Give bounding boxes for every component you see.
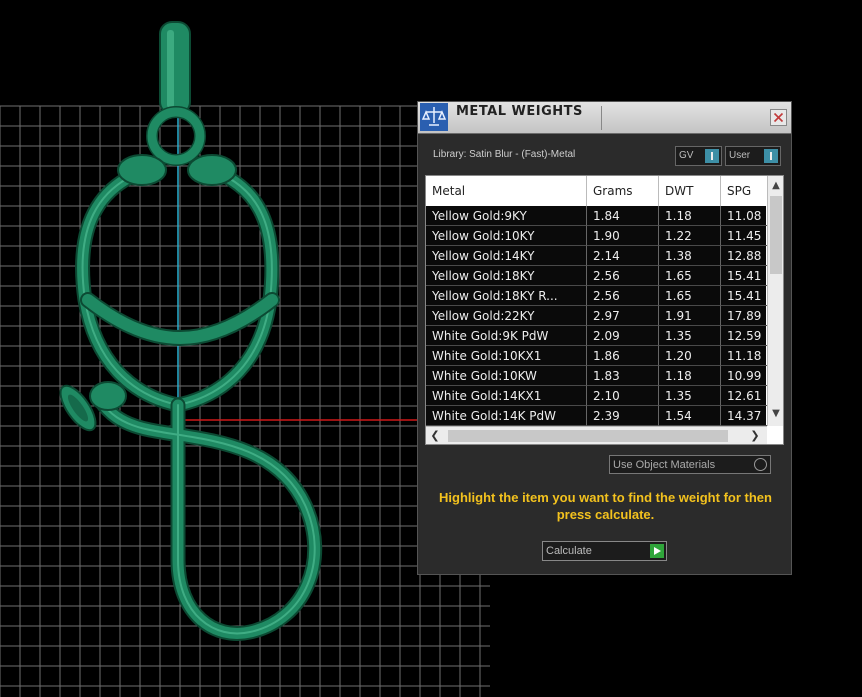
table-cell-dwt: 1.38	[659, 246, 721, 266]
table-cell-grams: 1.86	[587, 346, 659, 366]
table-cell-spg: 12.61	[721, 386, 771, 406]
column-header-metal[interactable]: Metal	[426, 176, 587, 206]
calculate-label: Calculate	[546, 545, 592, 557]
table-cell-dwt: 1.18	[659, 206, 721, 226]
table-row[interactable]: Yellow Gold:10KY 1.90 1.22 11.45	[426, 226, 771, 246]
table-row[interactable]: White Gold:10KX1 1.86 1.20 11.18	[426, 346, 771, 366]
table-cell-grams: 2.14	[587, 246, 659, 266]
user-toggle-indicator-icon	[764, 149, 778, 163]
table-cell-grams: 1.90	[587, 226, 659, 246]
library-label: Library: Satin Blur - (Fast)-Metal	[433, 149, 576, 160]
table-cell-spg: 15.41	[721, 266, 771, 286]
close-icon	[773, 112, 784, 123]
gv-toggle-label: GV	[679, 150, 694, 161]
calculate-button[interactable]: Calculate	[542, 541, 667, 561]
column-header-dwt[interactable]: DWT	[659, 176, 721, 206]
gv-toggle[interactable]: GV	[675, 146, 722, 166]
table-header: Metal Grams DWT SPG	[426, 176, 771, 206]
table-cell-grams: 1.84	[587, 206, 659, 226]
table-cell-metal: Yellow Gold:22KY	[426, 306, 587, 326]
metal-weights-panel: METAL WEIGHTS Library: Satin Blur - (Fas…	[417, 101, 792, 575]
scroll-down-icon[interactable]: ▼	[770, 408, 782, 420]
hint-text: Highlight the item you want to find the …	[439, 490, 772, 522]
table-cell-metal: White Gold:9K PdW	[426, 326, 587, 346]
table-cell-metal: Yellow Gold:18KY	[426, 266, 587, 286]
table-cell-metal: Yellow Gold:9KY	[426, 206, 587, 226]
table-cell-spg: 15.41	[721, 286, 771, 306]
horizontal-scroll-thumb[interactable]	[448, 430, 728, 442]
table-cell-spg: 10.99	[721, 366, 771, 386]
table-cell-dwt: 1.35	[659, 386, 721, 406]
metal-weights-table[interactable]: Metal Grams DWT SPG Yellow Gold:9KY 1.84 1…	[425, 175, 784, 445]
play-icon	[650, 544, 664, 558]
table-cell-spg: 12.88	[721, 246, 771, 266]
table-cell-spg: 12.59	[721, 326, 771, 346]
table-cell-spg: 14.37	[721, 406, 771, 426]
table-row[interactable]: Yellow Gold:14KY 2.14 1.38 12.88	[426, 246, 771, 266]
table-cell-metal: White Gold:14K PdW	[426, 406, 587, 426]
table-cell-grams: 2.10	[587, 386, 659, 406]
table-row[interactable]: Yellow Gold:18KY R... 2.56 1.65 15.41	[426, 286, 771, 306]
table-cell-metal: White Gold:14KX1	[426, 386, 587, 406]
table-cell-dwt: 1.65	[659, 266, 721, 286]
table-cell-dwt: 1.54	[659, 406, 721, 426]
table-cell-spg: 11.45	[721, 226, 771, 246]
user-toggle-label: User	[729, 150, 751, 161]
table-body: Yellow Gold:9KY 1.84 1.18 11.08 Yellow Gold:…	[426, 206, 771, 426]
dropdown-circle-icon	[754, 458, 767, 471]
table-cell-dwt: 1.91	[659, 306, 721, 326]
vertical-scrollbar[interactable]: ▲ ▼	[767, 176, 783, 426]
table-cell-spg: 11.08	[721, 206, 771, 226]
table-row[interactable]: Yellow Gold:22KY 2.97 1.91 17.89	[426, 306, 771, 326]
table-row[interactable]: White Gold:14K PdW 2.39 1.54 14.37	[426, 406, 771, 426]
scroll-right-icon[interactable]: ❯	[748, 429, 762, 443]
gv-toggle-indicator-icon	[705, 149, 719, 163]
table-cell-grams: 2.56	[587, 266, 659, 286]
table-cell-spg: 17.89	[721, 306, 771, 326]
user-toggle[interactable]: User	[725, 146, 781, 166]
table-cell-metal: Yellow Gold:18KY R...	[426, 286, 587, 306]
table-row[interactable]: Yellow Gold:18KY 2.56 1.65 15.41	[426, 266, 771, 286]
use-object-materials-dropdown[interactable]: Use Object Materials	[609, 455, 771, 474]
table-cell-dwt: 1.18	[659, 366, 721, 386]
table-cell-spg: 11.18	[721, 346, 771, 366]
table-row[interactable]: Yellow Gold:9KY 1.84 1.18 11.08	[426, 206, 771, 226]
table-row[interactable]: White Gold:9K PdW 2.09 1.35 12.59	[426, 326, 771, 346]
table-cell-dwt: 1.22	[659, 226, 721, 246]
scroll-up-icon[interactable]: ▲	[770, 180, 782, 192]
table-cell-dwt: 1.65	[659, 286, 721, 306]
horizontal-scrollbar[interactable]: ❮ ❯	[426, 426, 767, 444]
table-cell-grams: 1.83	[587, 366, 659, 386]
column-header-grams[interactable]: Grams	[587, 176, 659, 206]
window-title: METAL WEIGHTS	[456, 104, 583, 119]
use-object-materials-label: Use Object Materials	[613, 459, 716, 471]
table-cell-grams: 2.56	[587, 286, 659, 306]
table-cell-dwt: 1.35	[659, 326, 721, 346]
column-header-spg[interactable]: SPG	[721, 176, 771, 206]
table-cell-metal: Yellow Gold:10KY	[426, 226, 587, 246]
table-row[interactable]: White Gold:14KX1 2.10 1.35 12.61	[426, 386, 771, 406]
table-cell-grams: 2.39	[587, 406, 659, 426]
title-bar[interactable]: METAL WEIGHTS	[418, 102, 791, 134]
table-cell-dwt: 1.20	[659, 346, 721, 366]
table-cell-metal: White Gold:10KW	[426, 366, 587, 386]
scroll-left-icon[interactable]: ❮	[428, 429, 442, 443]
table-cell-grams: 2.09	[587, 326, 659, 346]
scale-icon	[420, 103, 448, 131]
close-button[interactable]	[770, 109, 787, 126]
table-cell-grams: 2.97	[587, 306, 659, 326]
table-cell-metal: White Gold:10KX1	[426, 346, 587, 366]
vertical-scroll-thumb[interactable]	[770, 196, 782, 274]
table-cell-metal: Yellow Gold:14KY	[426, 246, 587, 266]
title-separator	[601, 106, 602, 130]
table-row[interactable]: White Gold:10KW 1.83 1.18 10.99	[426, 366, 771, 386]
